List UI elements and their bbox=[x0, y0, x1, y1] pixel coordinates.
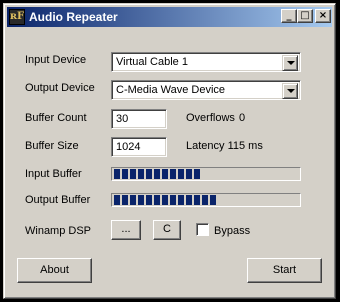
output-buffer-progress bbox=[111, 193, 301, 207]
output-device-select[interactable]: C-Media Wave Device bbox=[111, 80, 301, 100]
title-bar[interactable]: ʀF Audio Repeater _ □ × bbox=[7, 7, 332, 27]
chevron-down-icon[interactable] bbox=[282, 55, 298, 71]
input-device-label: Input Device bbox=[25, 54, 87, 66]
close-button[interactable]: × bbox=[315, 9, 331, 23]
overflows-value: 0 bbox=[239, 112, 246, 124]
dsp-config-button[interactable]: ... bbox=[111, 220, 141, 240]
buffer-size-label: Buffer Size bbox=[25, 140, 79, 152]
progress-block bbox=[186, 169, 192, 179]
progress-block bbox=[162, 195, 168, 205]
buffer-size-field[interactable]: 1024 bbox=[111, 137, 167, 157]
dsp-c-button[interactable]: C bbox=[153, 220, 181, 240]
audio-repeater-window: ʀF Audio Repeater _ □ × Input Device Vir… bbox=[3, 3, 336, 299]
overflows-label: Overflows bbox=[186, 112, 235, 124]
progress-block bbox=[154, 195, 160, 205]
input-device-value: Virtual Cable 1 bbox=[116, 56, 188, 68]
progress-block bbox=[146, 195, 152, 205]
progress-block bbox=[210, 195, 216, 205]
bypass-label[interactable]: Bypass bbox=[214, 225, 250, 237]
input-device-select[interactable]: Virtual Cable 1 bbox=[111, 52, 301, 72]
app-icon[interactable]: ʀF bbox=[9, 9, 25, 25]
output-device-value: C-Media Wave Device bbox=[116, 84, 226, 96]
progress-block bbox=[114, 195, 120, 205]
progress-block bbox=[146, 169, 152, 179]
progress-block bbox=[138, 195, 144, 205]
winamp-dsp-label: Winamp DSP bbox=[25, 225, 92, 237]
input-buffer-label: Input Buffer bbox=[25, 168, 82, 180]
buffer-size-value: 1024 bbox=[116, 141, 141, 153]
progress-block bbox=[130, 195, 136, 205]
progress-block bbox=[154, 169, 160, 179]
progress-block bbox=[178, 195, 184, 205]
minimize-button[interactable]: _ bbox=[281, 9, 297, 23]
output-buffer-label: Output Buffer bbox=[25, 194, 91, 206]
output-device-label: Output Device bbox=[25, 82, 95, 94]
progress-block bbox=[130, 169, 136, 179]
latency-label: Latency 115 ms bbox=[186, 140, 263, 152]
progress-block bbox=[122, 169, 128, 179]
progress-block bbox=[170, 195, 176, 205]
input-buffer-progress bbox=[111, 167, 301, 181]
progress-block bbox=[194, 169, 200, 179]
progress-block bbox=[186, 195, 192, 205]
buffer-count-field[interactable]: 30 bbox=[111, 109, 167, 129]
progress-block bbox=[122, 195, 128, 205]
progress-block bbox=[114, 169, 120, 179]
progress-block bbox=[162, 169, 168, 179]
start-button[interactable]: Start bbox=[247, 258, 322, 283]
maximize-button[interactable]: □ bbox=[297, 9, 313, 23]
chevron-down-icon[interactable] bbox=[282, 83, 298, 99]
about-button[interactable]: About bbox=[17, 258, 92, 283]
window-title: Audio Repeater bbox=[29, 10, 118, 24]
progress-block bbox=[194, 195, 200, 205]
progress-block bbox=[138, 169, 144, 179]
latency-label-text: Latency bbox=[186, 140, 225, 152]
buffer-count-value: 30 bbox=[116, 113, 129, 125]
bypass-checkbox[interactable] bbox=[196, 223, 209, 236]
buffer-count-label: Buffer Count bbox=[25, 112, 87, 124]
progress-block bbox=[202, 195, 208, 205]
progress-block bbox=[170, 169, 176, 179]
latency-value: 115 ms bbox=[227, 140, 263, 152]
progress-block bbox=[178, 169, 184, 179]
